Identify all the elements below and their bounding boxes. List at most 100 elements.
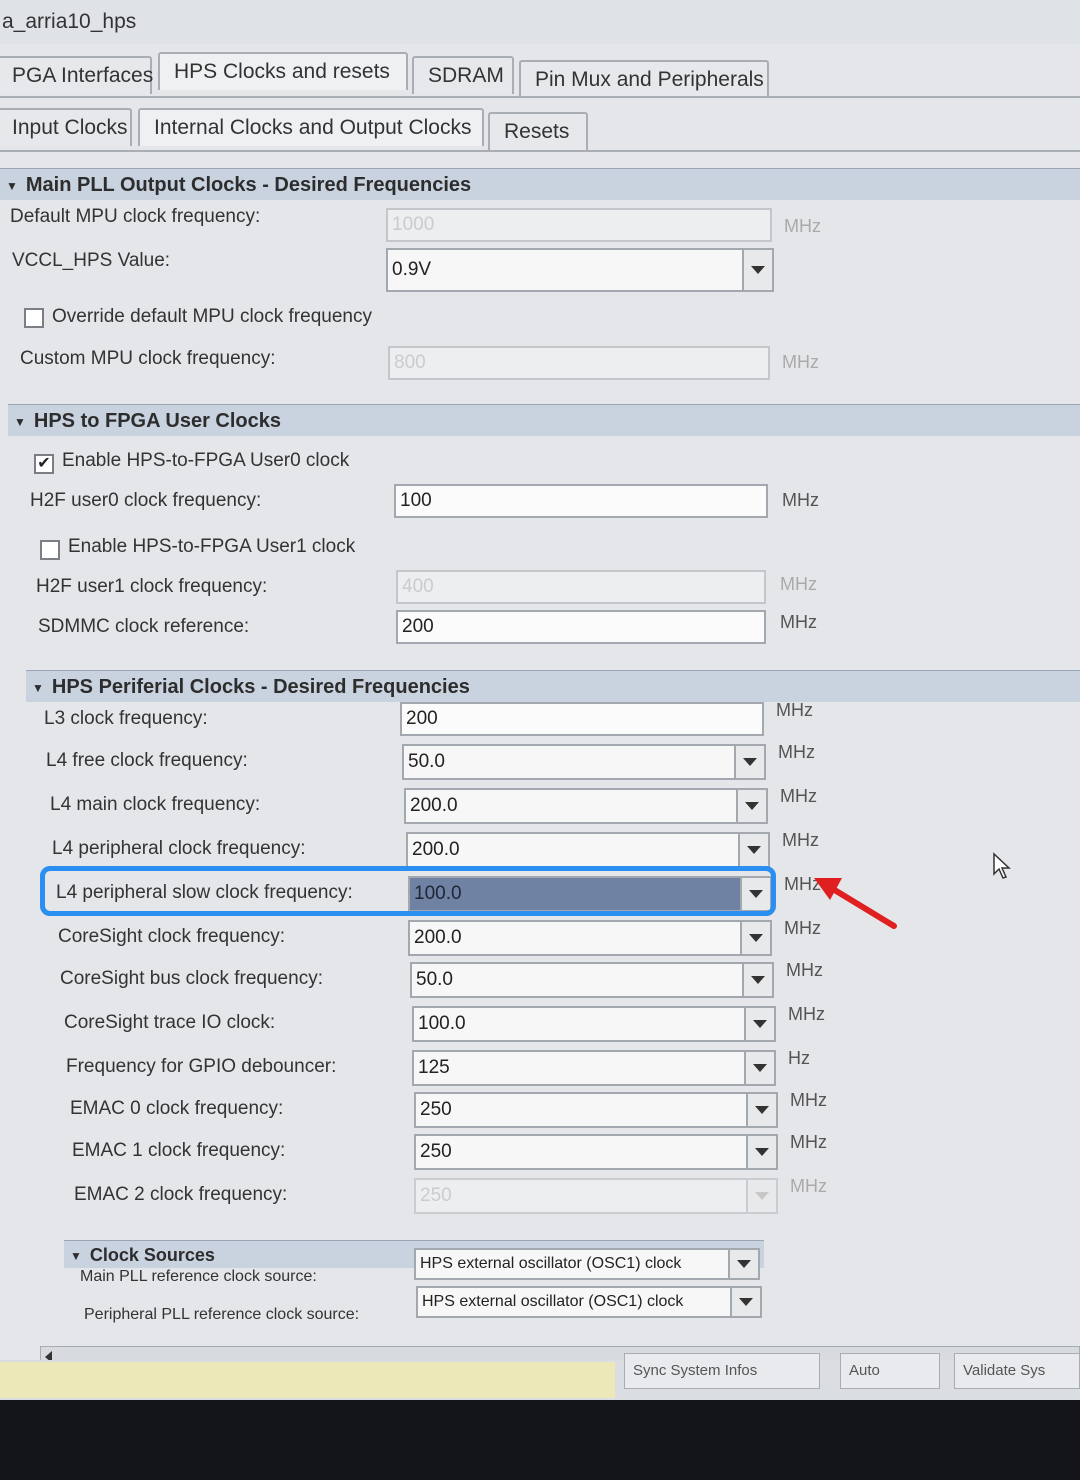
- default-mpu-label: Default MPU clock frequency:: [10, 206, 261, 227]
- tab-sdram[interactable]: SDRAM: [412, 56, 514, 94]
- clock-dropdown[interactable]: 200.0: [406, 832, 770, 868]
- main-pll-source-label: Main PLL reference clock source:: [80, 1268, 317, 1285]
- clock-value: 100.0: [418, 1013, 466, 1034]
- chevron-down-icon: [746, 1094, 776, 1126]
- collapse-triangle-icon: ▼: [70, 1249, 82, 1264]
- sdmmc-unit: MHz: [780, 612, 817, 632]
- clock-value: 50.0: [408, 751, 445, 772]
- default-mpu-unit: MHz: [784, 216, 821, 236]
- clock-dropdown[interactable]: 250: [414, 1178, 778, 1214]
- enable-user1-checkbox[interactable]: [40, 540, 60, 560]
- clock-value: 50.0: [416, 969, 453, 990]
- user0-field[interactable]: 100: [394, 484, 768, 518]
- user1-unit: MHz: [780, 574, 817, 594]
- message-area: [0, 1362, 615, 1398]
- clock-unit: MHz: [782, 830, 819, 850]
- window-title: a_arria10_hps: [2, 10, 137, 33]
- clock-unit: Hz: [788, 1048, 810, 1068]
- chevron-down-icon: [736, 790, 766, 822]
- auto-button[interactable]: Auto: [840, 1353, 940, 1389]
- clock-dropdown[interactable]: 50.0: [402, 744, 766, 780]
- clock-dropdown[interactable]: 100.0: [412, 1006, 776, 1042]
- clock-label: EMAC 1 clock frequency:: [72, 1140, 286, 1161]
- monitor-bezel: [0, 1400, 1080, 1480]
- clock-dropdown[interactable]: 200.0: [404, 788, 768, 824]
- clock-value: 125: [418, 1057, 450, 1078]
- clock-value: 200.0: [414, 927, 462, 948]
- periph-pll-source-dropdown[interactable]: HPS external oscillator (OSC1) clock: [416, 1286, 762, 1318]
- mouse-cursor-icon: [993, 852, 1011, 879]
- tab-internal-clocks[interactable]: Internal Clocks and Output Clocks: [138, 108, 484, 146]
- tab-pin-mux[interactable]: Pin Mux and Peripherals: [519, 60, 769, 98]
- custom-mpu-label: Custom MPU clock frequency:: [20, 348, 276, 369]
- peripheral-header[interactable]: ▼ HPS Periferial Clocks - Desired Frequen…: [26, 670, 1080, 702]
- enable-user0-label: Enable HPS-to-FPGA User0 clock: [62, 450, 350, 471]
- clock-unit: MHz: [790, 1090, 827, 1110]
- clock-value: 250: [420, 1141, 452, 1162]
- clock-label: CoreSight clock frequency:: [58, 926, 286, 947]
- custom-mpu-field[interactable]: 800: [388, 346, 770, 380]
- custom-mpu-unit: MHz: [782, 352, 819, 372]
- tab-fpga-interfaces[interactable]: PGA Interfaces: [0, 56, 153, 94]
- main-pll-source-dropdown[interactable]: HPS external oscillator (OSC1) clock: [414, 1248, 760, 1280]
- chevron-down-icon: [728, 1250, 758, 1278]
- validate-button[interactable]: Validate Sys: [954, 1353, 1080, 1389]
- chevron-down-icon: [746, 1180, 776, 1212]
- subtab-divider: [0, 150, 1080, 152]
- sub-tab-bar: Input Clocks Internal Clocks and Output …: [0, 104, 1080, 150]
- user1-label: H2F user1 clock frequency:: [36, 576, 268, 597]
- tab-input-clocks[interactable]: Input Clocks: [0, 108, 132, 146]
- collapse-triangle-icon: ▼: [32, 680, 44, 695]
- sync-system-infos-button[interactable]: Sync System Infos: [624, 1353, 820, 1389]
- sdmmc-field[interactable]: 200: [396, 610, 766, 644]
- chevron-down-icon: [734, 746, 764, 778]
- clock-dropdown[interactable]: 200.0: [408, 920, 772, 956]
- vccl-dropdown[interactable]: 0.9V: [386, 248, 774, 292]
- clock-field[interactable]: 200: [400, 702, 764, 736]
- user-clocks-header[interactable]: ▼ HPS to FPGA User Clocks: [8, 404, 1080, 436]
- clock-unit: MHz: [780, 786, 817, 806]
- clock-label: L4 free clock frequency:: [46, 750, 248, 771]
- sdmmc-label: SDMMC clock reference:: [38, 616, 250, 637]
- clock-value: 250: [420, 1099, 452, 1120]
- chevron-down-icon: [744, 1052, 774, 1084]
- user-clocks-header-text: HPS to FPGA User Clocks: [33, 410, 281, 432]
- user0-label: H2F user0 clock frequency:: [30, 490, 262, 511]
- clock-value: 250: [420, 1185, 452, 1206]
- chevron-down-icon: [730, 1288, 760, 1316]
- vccl-value: 0.9V: [392, 259, 432, 280]
- collapse-triangle-icon: ▼: [6, 178, 18, 193]
- override-mpu-checkbox[interactable]: [24, 308, 44, 328]
- tab-resets[interactable]: Resets: [488, 112, 588, 150]
- user1-field[interactable]: 400: [396, 570, 766, 604]
- main-pll-header-text: Main PLL Output Clocks - Desired Frequen…: [25, 174, 472, 196]
- vccl-label: VCCL_HPS Value:: [12, 250, 171, 271]
- chevron-down-icon: [744, 1008, 774, 1040]
- clock-dropdown[interactable]: 50.0: [410, 962, 774, 998]
- clock-label: L3 clock frequency:: [44, 708, 208, 729]
- clock-label: L4 peripheral clock frequency:: [52, 838, 306, 859]
- clock-dropdown[interactable]: 250: [414, 1134, 778, 1170]
- clock-unit: MHz: [790, 1176, 827, 1196]
- clock-value: 200.0: [412, 839, 460, 860]
- main-pll-source-value: HPS external oscillator (OSC1) clock: [420, 1255, 682, 1272]
- clock-unit: MHz: [790, 1132, 827, 1152]
- enable-user1-label: Enable HPS-to-FPGA User1 clock: [68, 536, 356, 557]
- periph-pll-source-value: HPS external oscillator (OSC1) clock: [422, 1293, 684, 1310]
- tab-hps-clocks[interactable]: HPS Clocks and resets: [158, 52, 408, 90]
- clock-label: CoreSight trace IO clock:: [64, 1012, 276, 1033]
- chevron-down-icon: [742, 250, 772, 290]
- title-bar: a_arria10_hps: [0, 0, 1080, 44]
- enable-user0-checkbox[interactable]: ✔: [34, 454, 54, 474]
- red-arrow-icon: [814, 878, 897, 929]
- main-pll-header[interactable]: ▼ Main PLL Output Clocks - Desired Freque…: [0, 168, 1080, 200]
- clock-unit: MHz: [778, 742, 815, 762]
- clock-unit: MHz: [776, 700, 813, 720]
- clock-dropdown[interactable]: 125: [412, 1050, 776, 1086]
- override-mpu-label: Override default MPU clock frequency: [52, 306, 372, 327]
- clock-label: L4 main clock frequency:: [50, 794, 261, 815]
- clock-label: EMAC 0 clock frequency:: [70, 1098, 284, 1119]
- default-mpu-field[interactable]: 1000: [386, 208, 772, 242]
- clock-dropdown[interactable]: 250: [414, 1092, 778, 1128]
- chevron-down-icon: [740, 922, 770, 954]
